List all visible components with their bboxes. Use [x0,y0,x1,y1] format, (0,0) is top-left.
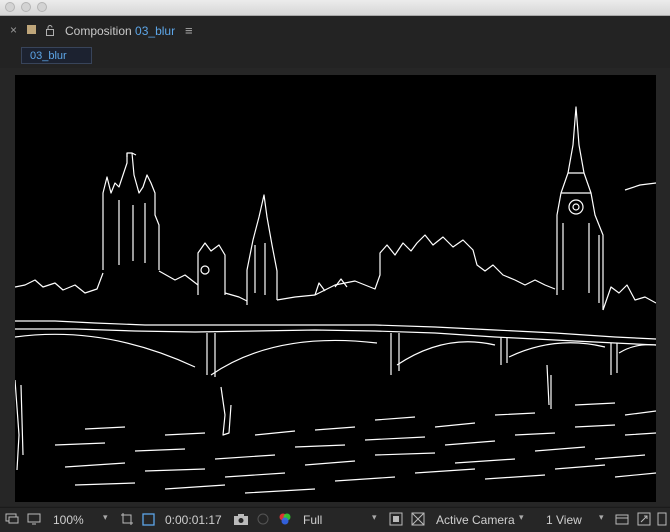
color-channels-icon[interactable] [278,512,292,529]
zoom-chevron-down-icon[interactable]: ▾ [103,512,108,523]
panel-header: × Composition 03_blur ≡ [0,16,670,44]
toggle-grid-icon[interactable] [411,512,425,529]
region-of-interest-icon[interactable] [120,512,134,529]
camera-chevron-down-icon[interactable]: ▾ [519,512,524,523]
zoom-select[interactable]: 100% [53,512,84,528]
reset-exposure-icon[interactable] [657,512,667,529]
window-zoom-button[interactable] [37,2,47,12]
window-close-button[interactable] [5,2,15,12]
monitor-icon[interactable] [5,512,19,529]
views-value: 1 View [546,513,582,527]
resolution-value: Full [303,513,323,527]
edge-image [15,106,656,494]
window-titlebar [0,0,670,16]
panel-menu-icon[interactable]: ≡ [185,23,193,38]
timecode-display[interactable]: 0:00:01:17 [165,512,222,528]
views-select[interactable]: 1 View [546,512,582,528]
panel-title[interactable]: Composition 03_blur [65,24,175,38]
composition-viewer[interactable] [15,75,656,502]
composition-swatch-icon[interactable] [27,25,36,34]
resolution-chevron-down-icon[interactable]: ▾ [372,512,377,523]
resolution-select[interactable]: Full [303,512,322,528]
viewer-toolbar: 100% ▾ 0:00:01:17 Full ▾ Active Camera ▾… [0,507,670,532]
zoom-value: 100% [53,513,84,527]
fast-previews-icon[interactable] [389,512,403,529]
window-minimize-button[interactable] [21,2,31,12]
camera-snapshot-icon[interactable] [233,512,249,529]
lock-icon[interactable] [46,23,54,41]
flowchart-icon[interactable] [637,512,651,529]
view-layout-icon[interactable] [615,512,629,529]
breadcrumb-comp-tab[interactable]: 03_blur [21,47,92,64]
show-snapshot-icon[interactable] [256,512,270,529]
display-icon[interactable] [27,512,41,529]
transparency-grid-icon[interactable] [141,512,156,530]
panel-close-button[interactable]: × [10,23,17,37]
panel-title-name: 03_blur [135,24,176,38]
camera-value: Active Camera [436,513,515,527]
breadcrumb-bar: 03_blur [0,44,670,69]
views-chevron-down-icon[interactable]: ▾ [599,512,604,523]
panel-title-prefix: Composition [65,24,132,38]
camera-select[interactable]: Active Camera [436,512,515,528]
timecode-value: 0:00:01:17 [165,513,222,527]
